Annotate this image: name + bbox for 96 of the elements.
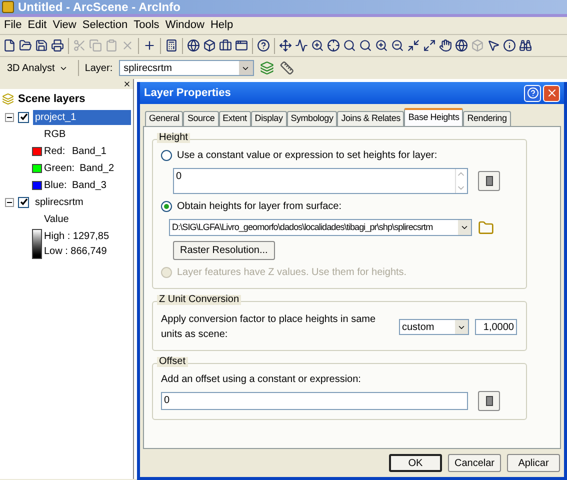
help-icon bbox=[526, 87, 538, 99]
ruler-icon[interactable] bbox=[280, 61, 294, 75]
zoom-search-icon[interactable] bbox=[343, 39, 356, 52]
new-file-icon[interactable] bbox=[3, 39, 16, 52]
menu-item[interactable]: Edit bbox=[28, 17, 47, 34]
tab[interactable]: Base Heights bbox=[404, 108, 464, 126]
analyst-menu-button[interactable]: 3D Analyst bbox=[3, 60, 72, 76]
band-value: Band_1 bbox=[72, 144, 106, 158]
checkbox[interactable] bbox=[18, 196, 29, 208]
tab[interactable]: General bbox=[145, 111, 184, 126]
raster-resolution-button[interactable]: Raster Resolution... bbox=[173, 241, 275, 260]
menu-item[interactable]: Window bbox=[165, 17, 204, 34]
layers-icon[interactable] bbox=[260, 61, 274, 75]
factor-field[interactable]: 1,0000 bbox=[475, 319, 517, 335]
option-label: Layer features have Z values. Use them for heights. bbox=[177, 266, 407, 280]
save-icon[interactable] bbox=[35, 39, 48, 52]
radio-button[interactable] bbox=[161, 201, 172, 212]
expression-button[interactable] bbox=[478, 171, 500, 191]
navigate-icon[interactable] bbox=[279, 39, 292, 52]
dialog-button[interactable]: OK bbox=[389, 454, 442, 472]
band-label: Blue: bbox=[44, 178, 68, 192]
expand-icon[interactable] bbox=[423, 39, 436, 52]
menu-item[interactable]: Selection bbox=[82, 17, 128, 34]
legend-heading: Value bbox=[43, 212, 70, 226]
zoom-in-icon[interactable] bbox=[375, 39, 388, 52]
fly-icon[interactable] bbox=[295, 39, 308, 52]
expression-button[interactable] bbox=[478, 391, 500, 411]
group-title: Offset bbox=[157, 357, 188, 367]
target-icon[interactable] bbox=[327, 39, 340, 52]
open-folder-icon[interactable] bbox=[19, 39, 32, 52]
info-icon[interactable] bbox=[503, 39, 516, 52]
conversion-label: Apply conversion factor to place heights in same units as scene: bbox=[161, 313, 377, 342]
offset-label: Add an offset using a constant or expression: bbox=[161, 373, 362, 387]
window-title: Untitled - ArcScene - ArcInfo bbox=[18, 1, 180, 13]
tab[interactable]: Extent bbox=[218, 111, 251, 126]
group-title: Z Unit Conversion bbox=[157, 295, 242, 305]
layer-name[interactable]: splirecsrtm bbox=[33, 194, 131, 210]
binoculars-icon[interactable] bbox=[519, 39, 532, 52]
color-ramp bbox=[32, 228, 42, 258]
layer-label: Layer: bbox=[84, 62, 113, 76]
folder-icon[interactable] bbox=[478, 220, 494, 236]
layers-icon bbox=[2, 93, 14, 106]
band-label: Green: bbox=[44, 162, 76, 176]
dialog-button[interactable]: Cancelar bbox=[448, 454, 501, 472]
group-title: Height bbox=[157, 133, 190, 143]
close-button[interactable] bbox=[543, 84, 560, 102]
box-icon[interactable] bbox=[203, 39, 216, 52]
layer-name[interactable]: project_1 bbox=[33, 110, 131, 124]
zoom-icon[interactable] bbox=[311, 39, 324, 52]
legend-low: Low : 866,749 bbox=[44, 244, 108, 258]
checkbox[interactable] bbox=[18, 112, 29, 122]
pointer-icon[interactable] bbox=[487, 39, 500, 52]
globe-icon[interactable] bbox=[187, 39, 200, 52]
pan-icon[interactable] bbox=[439, 39, 452, 52]
print-icon[interactable] bbox=[51, 39, 64, 52]
collapse-icon[interactable] bbox=[5, 112, 14, 122]
menu-item[interactable]: View bbox=[52, 17, 76, 34]
band-value: Band_3 bbox=[72, 178, 106, 192]
zoom-search-icon[interactable] bbox=[359, 39, 372, 52]
offset-field[interactable]: 0 bbox=[161, 392, 468, 410]
dialog-button[interactable]: Aplicar bbox=[507, 454, 560, 472]
option-label: Obtain heights for layer from surface: bbox=[177, 200, 342, 214]
window-icon[interactable] bbox=[235, 39, 248, 52]
band-label: Red: bbox=[44, 144, 66, 158]
tab[interactable]: Rendering bbox=[463, 111, 511, 126]
calculator-icon[interactable] bbox=[165, 39, 178, 52]
unit-dropdown[interactable]: custom bbox=[399, 319, 469, 335]
menu-item[interactable]: Help bbox=[210, 17, 234, 34]
band-value: Band_2 bbox=[80, 162, 114, 176]
legend-heading: RGB bbox=[43, 128, 67, 142]
calculator-icon bbox=[486, 396, 492, 406]
globe-icon[interactable] bbox=[455, 39, 468, 52]
close-icon bbox=[546, 87, 558, 99]
surface-dropdown[interactable]: D:\SIG\LGFA\Livro_geomorfo\dados\localidades\tibagi_pr\shp\splirecsrtm bbox=[169, 219, 472, 236]
tab[interactable]: Symbology bbox=[286, 111, 338, 126]
collapse-icon[interactable] bbox=[5, 198, 14, 206]
layer-dropdown[interactable]: splirecsrtm bbox=[118, 60, 254, 76]
app-icon bbox=[2, 1, 14, 13]
help-button[interactable] bbox=[524, 84, 541, 102]
toolbox-icon[interactable] bbox=[219, 39, 232, 52]
tab[interactable]: Source bbox=[183, 111, 219, 126]
tree-root[interactable]: Scene layers bbox=[18, 91, 86, 108]
add-data-icon[interactable] bbox=[143, 39, 156, 52]
legend-high: High : 1297,85 bbox=[44, 230, 110, 244]
dialog-title: Layer Properties bbox=[144, 86, 231, 101]
zoom-out-icon[interactable] bbox=[391, 39, 404, 52]
tab[interactable]: Display bbox=[250, 111, 287, 126]
radio-button[interactable] bbox=[161, 150, 172, 161]
menu-item[interactable]: Tools bbox=[134, 17, 160, 34]
option-label: Use a constant value or expression to set heights for layer: bbox=[177, 149, 438, 163]
menu-item[interactable]: File bbox=[4, 17, 22, 34]
calculator-icon bbox=[486, 176, 492, 186]
shrink-icon[interactable] bbox=[407, 39, 420, 52]
close-icon[interactable] bbox=[123, 80, 131, 88]
help-icon[interactable] bbox=[257, 39, 270, 52]
tab[interactable]: Joins & Relates bbox=[337, 111, 404, 126]
